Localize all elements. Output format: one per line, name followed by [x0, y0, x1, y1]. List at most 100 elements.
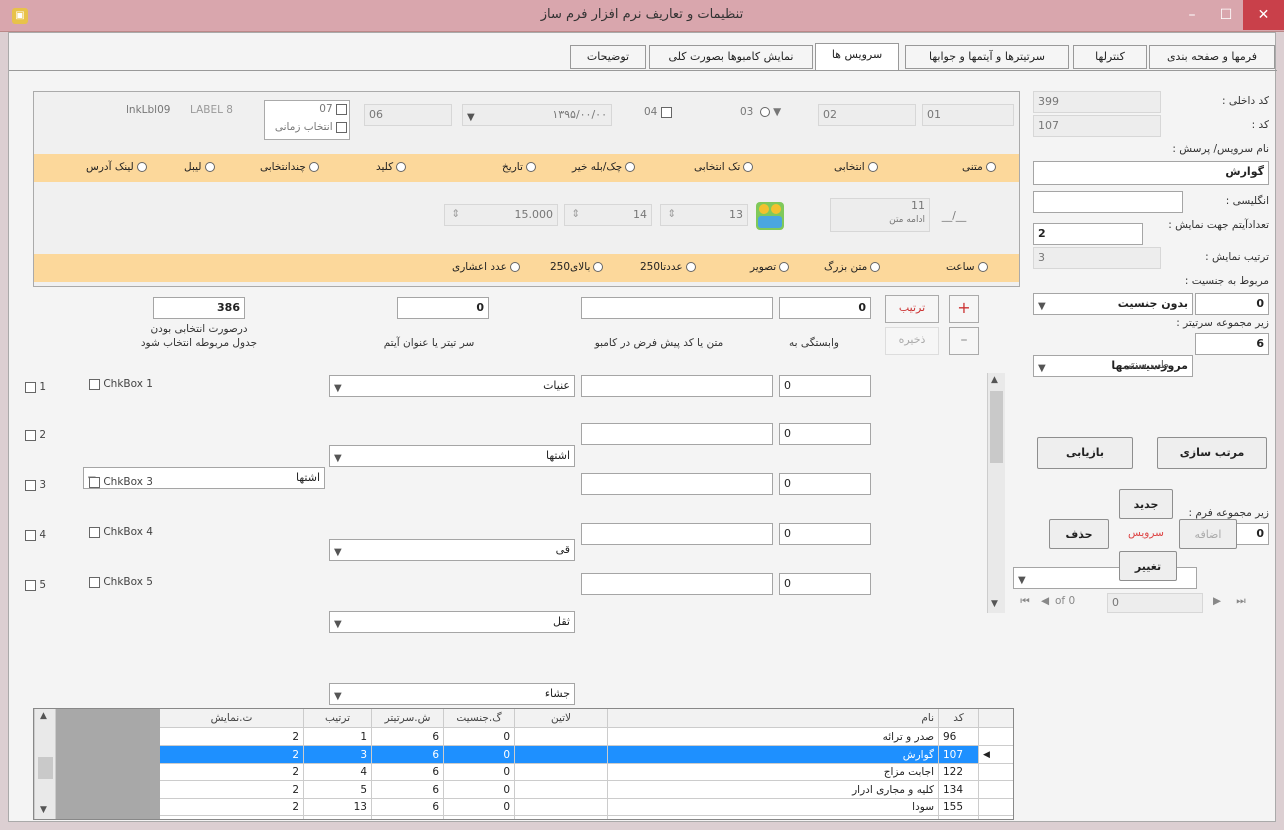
row-header-select[interactable]: قی ▼ — [329, 539, 575, 561]
row-default-text-input[interactable] — [581, 523, 773, 545]
grid-cell[interactable]: اجابت مزاج — [608, 763, 939, 781]
select-table-input[interactable]: 386 — [153, 297, 245, 319]
scroll-down-icon[interactable]: ▼ — [991, 599, 998, 609]
grid-column-header[interactable]: ترتیب — [304, 709, 372, 728]
field-11[interactable]: 11 ادامه متن — [830, 198, 930, 232]
radio-image[interactable]: تصویر — [750, 261, 790, 273]
grid-cell[interactable]: 2 — [160, 763, 304, 781]
grid-cell[interactable]: صدر و ترائه — [608, 728, 939, 746]
english-input[interactable] — [1033, 191, 1183, 213]
gender-code-input[interactable]: 0 — [1195, 293, 1269, 315]
grid-cell[interactable]: 122 — [939, 763, 979, 781]
radio-label-type[interactable]: لیبل — [184, 161, 215, 173]
row-default-text-input[interactable] — [581, 423, 773, 445]
row-checkbox[interactable]: ChkBox 5 — [89, 576, 209, 588]
radio-above-250[interactable]: بالای250 — [550, 261, 604, 273]
tab-controls[interactable]: کنترلها — [1073, 45, 1147, 69]
grid-cell[interactable]: 0 — [444, 745, 515, 764]
scroll-thumb[interactable] — [990, 391, 1003, 463]
row-dependency-input[interactable]: 0 — [779, 423, 871, 445]
grid-row-selector[interactable] — [979, 816, 1013, 820]
grid-cell[interactable]: احساس عشره — [608, 815, 939, 819]
sort-order-button[interactable]: ترتیب — [885, 295, 939, 323]
grid-cell[interactable]: 4 — [304, 763, 372, 781]
mixed-select[interactable]: انتخاب زمانی — [269, 121, 347, 133]
row-header-select[interactable]: ثقل ▼ — [329, 611, 575, 633]
maximize-button[interactable]: ☐ — [1209, 0, 1243, 30]
grid-cell[interactable] — [515, 780, 608, 799]
row-header-select[interactable]: اشتها ▼ — [329, 445, 575, 467]
grid-cell[interactable] — [515, 763, 608, 781]
grid-column-header[interactable]: نام — [608, 709, 939, 728]
grid-cell[interactable]: 155 — [939, 798, 979, 816]
grid-cell[interactable]: 2 — [160, 728, 304, 746]
prev-record-icon[interactable]: ◀ — [1037, 595, 1053, 607]
row-header-select[interactable]: جشاء ▼ — [329, 683, 575, 705]
tab-combos[interactable]: نمایش کامبوها بصورت کلی — [649, 45, 813, 69]
grid-cell[interactable]: 6 — [372, 763, 444, 781]
row-dependency-input[interactable]: 0 — [779, 473, 871, 495]
row-default-text-input[interactable] — [581, 573, 773, 595]
grid-cell[interactable] — [515, 798, 608, 816]
header-input[interactable]: 0 — [397, 297, 489, 319]
new-button[interactable]: جدید — [1119, 489, 1173, 519]
row-checkbox[interactable]: ChkBox 4 — [89, 526, 209, 538]
spinner-icon[interactable]: ⇕ — [666, 208, 676, 220]
grid-row-selector[interactable] — [979, 798, 1013, 816]
radio-big-text[interactable]: متن بزرگ — [824, 261, 881, 273]
last-record-icon[interactable]: ⏭ — [1231, 595, 1251, 608]
display-count-input[interactable]: 2 — [1033, 223, 1143, 245]
grid-column-header[interactable]: ت.نمایش — [160, 709, 304, 728]
radio-decimal[interactable]: عدد اعشاری — [452, 261, 520, 273]
gender-select[interactable]: بدون جنسیت ▼ — [1033, 293, 1193, 315]
add-row-button[interactable]: + — [949, 295, 979, 323]
grid-cell[interactable]: 134 — [939, 780, 979, 799]
delete-button[interactable]: حذف — [1049, 519, 1109, 549]
row-checkbox[interactable]: ChkBox 3 — [89, 476, 209, 488]
tab-notes[interactable]: توضیحات — [570, 45, 646, 69]
grid-row-selector[interactable]: ◀ — [979, 746, 1013, 764]
row-default-text-input[interactable] — [581, 473, 773, 495]
close-button[interactable]: ✕ — [1243, 0, 1284, 30]
name-input[interactable]: گوارش — [1033, 161, 1269, 185]
dependency-input[interactable]: 0 — [779, 297, 871, 319]
row-dependency-input[interactable]: 0 — [779, 375, 871, 397]
row-number[interactable]: 3 — [25, 479, 65, 491]
row-number[interactable]: 5 — [25, 579, 65, 591]
row-number[interactable]: 2 — [25, 429, 65, 441]
grid-cell[interactable]: 2 — [160, 815, 304, 819]
grid-cell[interactable]: 0 — [444, 728, 515, 746]
spinner-icon[interactable]: ⇕ — [570, 208, 580, 220]
grid-cell[interactable] — [515, 745, 608, 764]
radio-multi-select[interactable]: چندانتخابی — [260, 161, 319, 173]
radio-date[interactable]: تاریخ — [502, 161, 536, 173]
grid-cell[interactable]: 2 — [160, 745, 304, 764]
change-button[interactable]: تغییر — [1119, 551, 1177, 581]
grid-cell[interactable]: 5 — [304, 780, 372, 799]
row-dependency-input[interactable]: 0 — [779, 573, 871, 595]
grid-cell[interactable]: 2 — [160, 798, 304, 816]
services-grid[interactable]: ▲ ▼ کد نام لاتین گ.جنسیت ش.سرتیتر ترتیب ت.نمای… — [33, 708, 1014, 820]
spinner-icon[interactable]: ⇕ — [450, 208, 460, 220]
tab-headers[interactable]: سرتیترها و آیتمها و جوابها — [905, 45, 1069, 69]
tab-forms[interactable]: فرمها و صفحه بندی — [1149, 45, 1275, 69]
date-picker[interactable]: ۱۳۹۵/۰۰/۰۰ ▼ — [462, 104, 612, 126]
grid-cell[interactable]: 0 — [444, 763, 515, 781]
reload-button[interactable]: بازیابی — [1037, 437, 1133, 469]
numeric-15[interactable]: 15.000 — [444, 204, 558, 226]
link-label-9[interactable]: lnkLbl09 — [126, 104, 186, 116]
grid-cell[interactable]: 6 — [372, 745, 444, 764]
grid-cell[interactable]: سودا — [608, 798, 939, 816]
grid-column-header[interactable]: گ.جنسیت — [444, 709, 515, 728]
tab-services[interactable]: سرویس ها — [815, 43, 899, 70]
subheader-code-input[interactable]: 6 — [1195, 333, 1269, 355]
radio-key[interactable]: کلید — [376, 161, 407, 173]
radio-time[interactable]: ساعت — [946, 261, 988, 273]
radio-link[interactable]: لینک آدرس — [86, 161, 147, 173]
grid-cell[interactable]: 13 — [304, 798, 372, 816]
grid-cell[interactable]: 6 — [372, 815, 444, 819]
grid-cell[interactable] — [515, 728, 608, 746]
grid-cell[interactable]: 161 — [939, 815, 979, 819]
field-03[interactable]: 03 ▼ — [740, 106, 800, 118]
save-button[interactable]: ذخیره — [885, 327, 939, 355]
